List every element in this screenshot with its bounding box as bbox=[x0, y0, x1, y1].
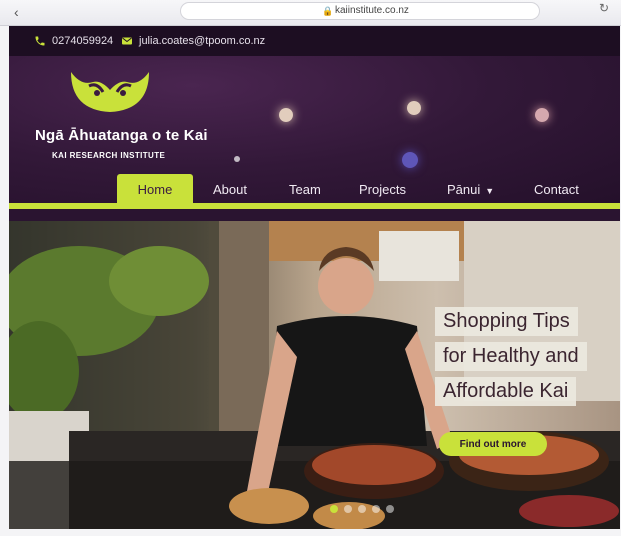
hero-kitchen-photo bbox=[9, 221, 620, 529]
email-address: julia.coates@tpoom.co.nz bbox=[139, 35, 266, 47]
phone-link[interactable]: 0274059924 bbox=[34, 35, 113, 47]
address-text: kaiinstitute.co.nz bbox=[335, 5, 409, 16]
nav-item-contact[interactable]: Contact bbox=[534, 182, 579, 197]
bokeh-light-decoration bbox=[234, 156, 240, 162]
slider-pagination bbox=[330, 505, 394, 513]
email-link[interactable]: julia.coates@tpoom.co.nz bbox=[121, 35, 265, 47]
lock-icon: 🔒 bbox=[322, 6, 334, 16]
slider-dot[interactable] bbox=[344, 505, 352, 513]
slider-dot[interactable] bbox=[386, 505, 394, 513]
slider-dot[interactable] bbox=[358, 505, 366, 513]
nav-item-about[interactable]: About bbox=[213, 182, 247, 197]
chevron-down-icon: ▼ bbox=[485, 185, 495, 196]
hero-headline-line: Affordable Kai bbox=[435, 377, 577, 406]
slider-dot[interactable] bbox=[330, 505, 338, 513]
nav-item-panui[interactable]: Pānui ▼ bbox=[447, 182, 494, 197]
find-out-more-button[interactable]: Find out more bbox=[439, 432, 547, 456]
envelope-icon bbox=[122, 37, 132, 45]
browser-toolbar: ‹ 🔒 kaiinstitute.co.nz ↻ bbox=[0, 0, 621, 26]
hero-headline-line: Shopping Tips bbox=[435, 307, 578, 336]
site-name: Ngā Āhuatanga o te Kai bbox=[35, 127, 208, 144]
slider-dot[interactable] bbox=[372, 505, 380, 513]
back-icon[interactable]: ‹ bbox=[14, 4, 19, 20]
site-header: Ngā Āhuatanga o te Kai KAI RESEARCH INST… bbox=[9, 56, 620, 204]
kai-koru-logo-icon bbox=[71, 72, 149, 112]
contact-topbar: 0274059924 julia.coates@tpoom.co.nz bbox=[9, 26, 620, 56]
bokeh-light-decoration bbox=[535, 108, 549, 122]
website: 0274059924 julia.coates@tpoom.co.nz Ngā … bbox=[9, 26, 620, 529]
nav-underline bbox=[9, 203, 620, 209]
bokeh-light-decoration bbox=[402, 152, 418, 168]
hero-slider: Shopping Tips for Healthy and Affordable… bbox=[9, 221, 620, 529]
nav-item-team[interactable]: Team bbox=[289, 182, 321, 197]
nav-item-panui-label: Pānui bbox=[447, 182, 481, 197]
site-tagline: KAI RESEARCH INSTITUTE bbox=[52, 151, 166, 160]
address-bar[interactable]: 🔒 kaiinstitute.co.nz bbox=[180, 2, 540, 20]
nav-item-projects[interactable]: Projects bbox=[359, 182, 406, 197]
phone-icon bbox=[35, 36, 45, 46]
phone-number: 0274059924 bbox=[52, 35, 114, 47]
bokeh-light-decoration bbox=[407, 101, 421, 115]
reload-icon[interactable]: ↻ bbox=[599, 1, 609, 15]
hero-headline-line: for Healthy and bbox=[435, 342, 587, 371]
nav-item-home[interactable]: Home bbox=[117, 174, 193, 204]
bokeh-light-decoration bbox=[279, 108, 293, 122]
